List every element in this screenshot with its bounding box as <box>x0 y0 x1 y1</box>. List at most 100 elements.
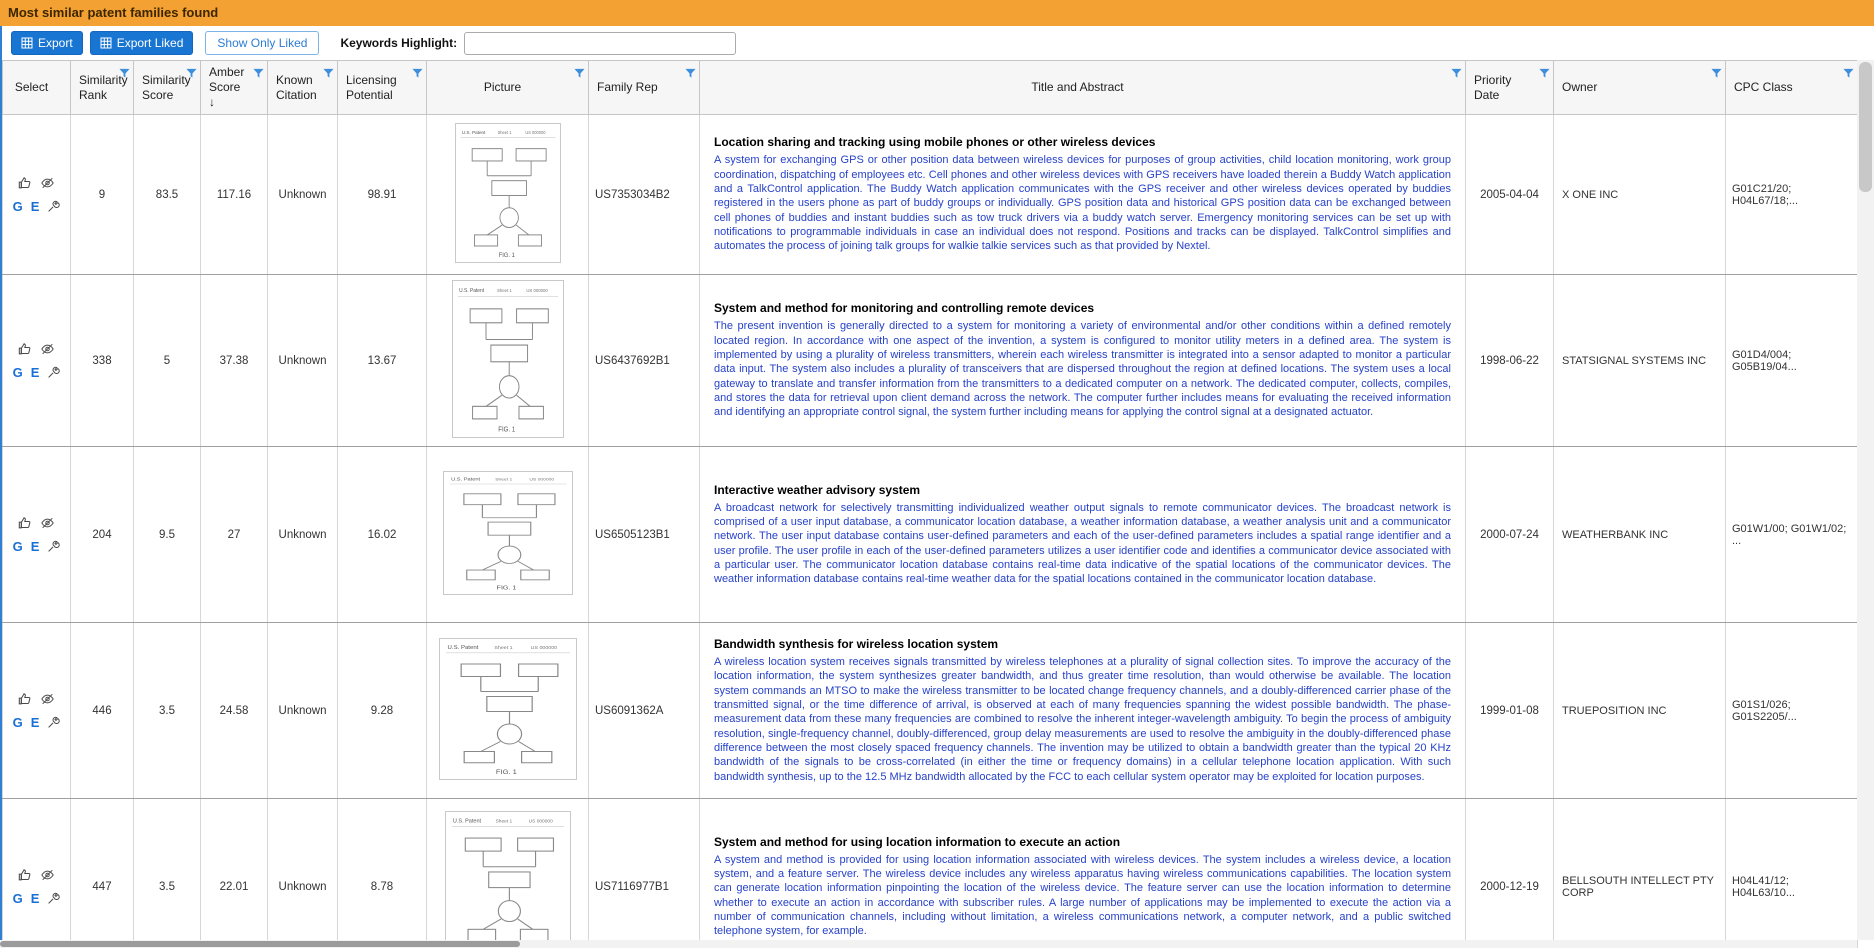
thumbs-up-icon[interactable] <box>18 868 32 882</box>
export-button[interactable]: Export <box>11 31 83 55</box>
cpc-class-value: G01C21/20; H04L67/18;... <box>1725 114 1858 275</box>
patent-title: Interactive weather advisory system <box>714 482 921 497</box>
svg-text:U.S. Patent: U.S. Patent <box>447 645 478 650</box>
family-rep-value: US6437692B1 <box>588 274 700 447</box>
column-header-select[interactable]: Select <box>2 60 71 115</box>
svg-text:US 000000: US 000000 <box>530 645 557 650</box>
filter-icon[interactable] <box>574 68 585 79</box>
svg-text:US 000000: US 000000 <box>526 288 548 293</box>
column-header-known-citation[interactable]: Known Citation <box>267 60 338 115</box>
column-header-picture[interactable]: Picture <box>426 60 589 115</box>
column-header-similarity-score[interactable]: Similarity Score <box>133 60 201 115</box>
google-patents-link[interactable]: G <box>13 891 23 906</box>
column-header-owner[interactable]: Owner <box>1553 60 1726 115</box>
main-content: Export Export Liked Show Only Liked Keyw… <box>0 26 1874 948</box>
patent-title: System and method for monitoring and con… <box>714 301 1095 316</box>
filter-icon[interactable] <box>1711 68 1722 79</box>
column-header-priority-date[interactable]: Priority Date <box>1465 60 1554 115</box>
column-header-similarity-rank[interactable]: Similarity Rank <box>70 60 134 115</box>
similarity-score-value: 9.5 <box>133 446 201 623</box>
cpc-class-value: G01W1/00; G01W1/02; ... <box>1725 446 1858 623</box>
tools-icon[interactable] <box>47 540 61 553</box>
filter-icon[interactable] <box>412 68 423 79</box>
filter-icon[interactable] <box>253 68 264 79</box>
filter-icon[interactable] <box>685 68 696 79</box>
filter-icon[interactable] <box>186 68 197 79</box>
picture-cell: U.S. Patent Sheet 1 US 000000 <box>426 622 589 799</box>
owner-value: BELLSOUTH INTELLECT PTY CORP <box>1553 798 1726 948</box>
svg-text:Sheet 1: Sheet 1 <box>495 477 513 481</box>
vertical-scrollbar[interactable] <box>1857 60 1874 940</box>
svg-text:U.S. Patent: U.S. Patent <box>461 130 485 136</box>
filter-icon[interactable] <box>1451 68 1462 79</box>
known-citation-value: Unknown <box>267 114 338 275</box>
column-header-amber-score[interactable]: Amber Score ↓ <box>200 60 268 115</box>
thumbs-up-icon[interactable] <box>18 516 32 530</box>
horizontal-scrollbar[interactable] <box>0 940 1857 948</box>
patent-drawing-thumbnail[interactable]: U.S. Patent Sheet 1 US 000000 <box>442 471 573 595</box>
table-row: G E 9 83.5 117.16 Unknown 98.91 U.S. Pat… <box>2 114 1858 275</box>
patent-drawing-thumbnail[interactable]: U.S. Patent Sheet 1 US 000000 <box>444 811 571 948</box>
owner-value: X ONE INC <box>1553 114 1726 275</box>
family-rep-value: US6091362A <box>588 622 700 799</box>
family-rep-value: US6505123B1 <box>588 446 700 623</box>
google-patents-link[interactable]: G <box>13 539 23 554</box>
column-header-cpc-class[interactable]: CPC Class <box>1725 60 1858 115</box>
tools-icon[interactable] <box>47 366 61 379</box>
title-abstract-cell: Interactive weather advisory system A br… <box>699 446 1466 623</box>
owner-value: WEATHERBANK INC <box>1553 446 1726 623</box>
show-only-liked-button[interactable]: Show Only Liked <box>205 31 320 55</box>
export-liked-button[interactable]: Export Liked <box>89 31 194 55</box>
tools-icon[interactable] <box>47 892 61 905</box>
espacenet-link[interactable]: E <box>31 715 40 730</box>
filter-icon[interactable] <box>1539 68 1550 79</box>
svg-text:Sheet 1: Sheet 1 <box>497 288 512 293</box>
espacenet-link[interactable]: E <box>31 891 40 906</box>
licensing-potential-value: 16.02 <box>337 446 427 623</box>
licensing-potential-value: 9.28 <box>337 622 427 799</box>
thumbs-up-icon[interactable] <box>18 692 32 706</box>
patent-drawing-thumbnail[interactable]: U.S. Patent Sheet 1 US 000000 <box>438 638 577 780</box>
column-header-licensing-potential[interactable]: Licensing Potential <box>337 60 427 115</box>
eye-off-icon[interactable] <box>40 516 55 530</box>
column-header-title-abstract[interactable]: Title and Abstract <box>699 60 1466 115</box>
similarity-score-value: 3.5 <box>133 622 201 799</box>
filter-icon[interactable] <box>323 68 334 79</box>
title-abstract-cell: Bandwidth synthesis for wireless locatio… <box>699 622 1466 799</box>
owner-value: TRUEPOSITION INC <box>1553 622 1726 799</box>
picture-cell: U.S. Patent Sheet 1 US 000000 <box>426 274 589 447</box>
tools-icon[interactable] <box>47 716 61 729</box>
similarity-rank-value: 446 <box>70 622 134 799</box>
google-patents-link[interactable]: G <box>13 199 23 214</box>
column-header-family-rep[interactable]: Family Rep <box>588 60 700 115</box>
espacenet-link[interactable]: E <box>31 539 40 554</box>
eye-off-icon[interactable] <box>40 868 55 882</box>
google-patents-link[interactable]: G <box>13 365 23 380</box>
priority-date-value: 1999-01-08 <box>1465 622 1554 799</box>
thumbs-up-icon[interactable] <box>18 176 32 190</box>
table-row: G E 338 5 37.38 Unknown 13.67 U.S. Paten… <box>2 274 1858 447</box>
licensing-potential-value: 13.67 <box>337 274 427 447</box>
eye-off-icon[interactable] <box>40 176 55 190</box>
export-spreadsheet-icon <box>100 37 112 49</box>
keywords-highlight-input[interactable] <box>464 31 737 55</box>
thumbs-up-icon[interactable] <box>18 342 32 356</box>
tools-icon[interactable] <box>47 200 61 213</box>
patent-drawing-thumbnail[interactable]: U.S. Patent Sheet 1 US 000000 <box>454 123 561 263</box>
select-cell: G E <box>2 622 71 799</box>
similarity-rank-value: 338 <box>70 274 134 447</box>
vertical-scrollbar-thumb[interactable] <box>1859 62 1872 192</box>
horizontal-scrollbar-thumb[interactable] <box>0 941 520 947</box>
filter-icon[interactable] <box>1843 68 1854 79</box>
eye-off-icon[interactable] <box>40 342 55 356</box>
amber-score-value: 117.16 <box>200 114 268 275</box>
espacenet-link[interactable]: E <box>31 365 40 380</box>
eye-off-icon[interactable] <box>40 692 55 706</box>
espacenet-link[interactable]: E <box>31 199 40 214</box>
priority-date-value: 2000-12-19 <box>1465 798 1554 948</box>
filter-icon[interactable] <box>119 68 130 79</box>
patent-drawing-thumbnail[interactable]: U.S. Patent Sheet 1 US 000000 <box>451 280 564 438</box>
google-patents-link[interactable]: G <box>13 715 23 730</box>
svg-text:FIG. 1: FIG. 1 <box>495 769 516 775</box>
similarity-score-value: 5 <box>133 274 201 447</box>
